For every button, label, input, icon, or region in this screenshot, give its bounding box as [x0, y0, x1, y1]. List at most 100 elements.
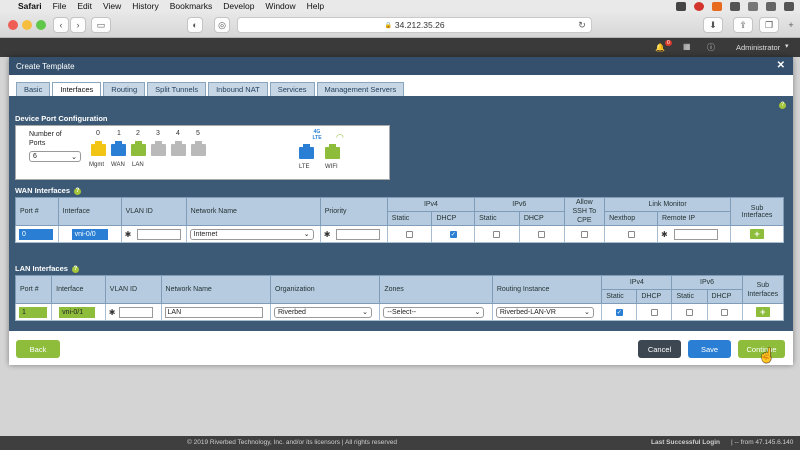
copyright-text: © 2019 Riverbed Technology, Inc. and/or … — [187, 439, 398, 446]
wan-ipv6-static-checkbox[interactable] — [493, 230, 501, 238]
tab-interfaces[interactable]: Interfaces — [52, 82, 102, 96]
menu-safari[interactable]: Safari — [18, 1, 42, 11]
tabs-icon[interactable]: ❐ — [759, 17, 779, 33]
lan-ipv4-dhcp-checkbox[interactable] — [650, 308, 658, 316]
col-routing-instance: Routing Instance — [491, 275, 603, 304]
port-icon[interactable] — [151, 141, 166, 156]
tab-management-servers[interactable]: Management Servers — [316, 82, 405, 96]
status-icon[interactable] — [712, 1, 722, 11]
close-icon[interactable]: ✕ — [777, 60, 785, 71]
status-icon[interactable] — [748, 1, 758, 11]
wan-ssh-checkbox[interactable] — [580, 230, 588, 238]
tab-routing[interactable]: Routing — [103, 82, 146, 96]
lan-routing-instance-select[interactable]: Riverbed-LAN-VR ⌄ — [495, 306, 594, 318]
col-ipv6-static: Static — [474, 211, 520, 226]
status-icon[interactable] — [694, 1, 704, 11]
menu-help[interactable]: Help — [307, 1, 324, 11]
zoom-window-icon[interactable] — [36, 20, 46, 30]
lte-port-icon[interactable] — [299, 144, 314, 159]
wan-vlan-input[interactable] — [137, 228, 182, 240]
lan-vlan-input[interactable] — [118, 306, 153, 318]
help-icon[interactable]: ? — [74, 187, 82, 195]
port-number: 5 — [196, 130, 200, 137]
share-icon[interactable]: ⇪ — [733, 17, 753, 33]
port-icon[interactable] — [91, 141, 106, 156]
gear-icon[interactable]: ✱ — [324, 230, 331, 239]
menu-develop[interactable]: Develop — [223, 1, 254, 11]
port-number: 3 — [156, 130, 160, 137]
save-button[interactable]: Save — [688, 340, 731, 358]
port-icon[interactable] — [191, 141, 206, 156]
status-icon[interactable] — [730, 1, 740, 11]
hand-cursor-icon: ☝ — [758, 347, 776, 363]
tab-inbound-nat[interactable]: Inbound NAT — [208, 82, 268, 96]
lan-port-field[interactable]: 1 — [19, 306, 47, 318]
wan-interface-field[interactable]: vni-0/0 — [71, 228, 108, 240]
gear-icon[interactable]: ✱ — [125, 230, 132, 239]
sidebar-icon[interactable]: ▭ — [91, 17, 111, 33]
info-icon[interactable]: ⓘ — [707, 42, 715, 53]
col-link-monitor: Link Monitor — [604, 197, 732, 212]
wan-remote-ip-input[interactable] — [673, 228, 718, 240]
chevron-down-icon[interactable]: ▾ — [785, 42, 789, 50]
back-button[interactable]: Back — [16, 340, 60, 358]
address-bar[interactable]: 🔒 34.212.35.26 — [237, 17, 592, 33]
back-arrow-icon[interactable]: ‹ — [53, 17, 69, 33]
menu-window[interactable]: Window — [265, 1, 295, 11]
port-label-wan: WAN — [111, 162, 125, 168]
gear-icon[interactable]: ✱ — [109, 308, 116, 317]
col-sub-interfaces: Sub Interfaces — [741, 275, 785, 304]
lan-zones-select[interactable]: --Select-- ⌄ — [383, 306, 485, 318]
forward-arrow-icon[interactable]: › — [70, 17, 86, 33]
port-icon[interactable] — [111, 141, 126, 156]
wan-priority-input[interactable] — [336, 228, 381, 240]
help-icon[interactable]: ? — [779, 102, 786, 109]
lan-ipv6-static-checkbox[interactable] — [686, 308, 693, 316]
port-icon[interactable] — [131, 141, 146, 156]
tab-split-tunnels[interactable]: Split Tunnels — [147, 82, 207, 96]
tab-services[interactable]: Services — [269, 82, 315, 96]
shield-icon[interactable]: ◐ — [187, 17, 203, 33]
status-icon[interactable] — [784, 1, 794, 11]
grid-icon[interactable]: ▦ — [683, 42, 691, 51]
minimize-window-icon[interactable] — [22, 20, 32, 30]
cancel-button[interactable]: Cancel — [638, 340, 681, 358]
add-sub-interface-button[interactable]: + — [750, 229, 765, 239]
wan-ipv4-dhcp-checkbox[interactable]: ✓ — [449, 230, 457, 238]
port-icon[interactable] — [171, 141, 186, 156]
user-menu[interactable]: Administrator — [736, 43, 780, 52]
add-sub-interface-button[interactable]: + — [755, 307, 770, 317]
wan-title-text: WAN Interfaces — [15, 186, 71, 195]
wan-port-field[interactable]: 0 — [19, 228, 53, 240]
col-sub-interfaces: Sub Interfaces — [730, 197, 784, 226]
close-window-icon[interactable] — [8, 20, 18, 30]
col-ipv4-static: Static — [386, 211, 433, 226]
wan-network-select[interactable]: Internet ⌄ — [189, 228, 314, 240]
status-icon[interactable] — [766, 1, 776, 11]
add-tab-icon[interactable]: + — [784, 17, 798, 33]
lan-interface-field[interactable]: vni-0/1 — [59, 306, 96, 318]
lan-ipv4-static-checkbox[interactable]: ✓ — [615, 308, 623, 316]
lan-network-input[interactable]: LAN — [164, 306, 263, 318]
page-footer: © 2019 Riverbed Technology, Inc. and/or … — [0, 436, 800, 450]
menu-file[interactable]: File — [53, 1, 67, 11]
wan-ipv6-dhcp-checkbox[interactable] — [538, 230, 546, 238]
menu-history[interactable]: History — [132, 1, 158, 11]
wifi-port-icon[interactable] — [325, 144, 340, 159]
num-ports-select[interactable]: 6 ⌄ — [29, 151, 81, 162]
reader-icon[interactable]: ◎ — [214, 17, 230, 33]
wan-nexthop-checkbox[interactable] — [627, 230, 635, 238]
bell-icon[interactable]: 🔔 — [655, 43, 665, 52]
menu-bookmarks[interactable]: Bookmarks — [170, 1, 213, 11]
reload-icon[interactable]: ↻ — [575, 17, 589, 33]
menu-edit[interactable]: Edit — [77, 1, 92, 11]
lan-ipv6-dhcp-checkbox[interactable] — [721, 308, 729, 316]
download-icon[interactable]: ⬇ — [703, 17, 723, 33]
status-icon[interactable] — [676, 1, 686, 11]
help-icon[interactable]: ? — [71, 265, 79, 273]
tab-basic[interactable]: Basic — [16, 82, 51, 96]
menu-view[interactable]: View — [103, 1, 121, 11]
lan-organization-select[interactable]: Riverbed ⌄ — [273, 306, 372, 318]
wan-ipv4-static-checkbox[interactable] — [406, 230, 414, 238]
gear-icon[interactable]: ✱ — [661, 230, 668, 239]
